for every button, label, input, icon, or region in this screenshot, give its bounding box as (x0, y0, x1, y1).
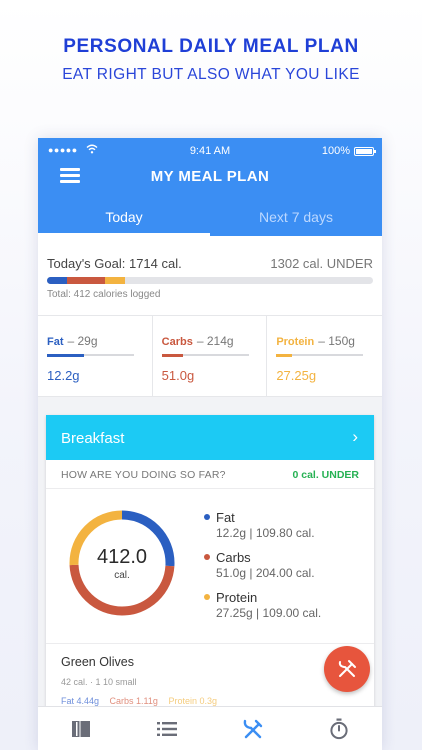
macro-goal: – 214g (196, 334, 234, 348)
tab-next-7-days[interactable]: Next 7 days (210, 208, 382, 236)
promo-header: PERSONAL DAILY MEAL PLAN EAT RIGHT BUT A… (0, 36, 422, 84)
nav-meal-plan[interactable] (210, 707, 296, 750)
legend-name: Fat (216, 510, 235, 525)
food-macros: Fat 4.44g Carbs 1.11g Protein 0.3g (61, 696, 225, 706)
tab-bar: Today Next 7 days (38, 208, 382, 236)
stopwatch-icon (330, 718, 348, 739)
food-name: Green Olives (61, 655, 134, 669)
legend-item-fat: Fat 12.2g | 109.80 cal. (204, 510, 321, 540)
progress-summary-row: HOW ARE YOU DOING SO FAR? 0 cal. UNDER (46, 460, 374, 489)
nav-timer[interactable] (296, 707, 382, 750)
app-title: MY MEAL PLAN (150, 168, 270, 185)
daily-goal-panel: Today's Goal: 1714 cal. 1302 cal. UNDER … (38, 236, 382, 316)
total-calories-logged: Total: 412 calories logged (47, 289, 161, 300)
breakfast-header[interactable]: Breakfast › (46, 415, 374, 460)
nav-book[interactable] (38, 707, 124, 750)
legend-item-protein: Protein 27.25g | 109.00 cal. (204, 590, 321, 620)
total-calories-unit: cal. (114, 570, 130, 581)
food-protein: Protein 0.3g (168, 696, 217, 706)
daily-goal-progress-bar (47, 277, 373, 284)
daily-goal-label: Today's Goal: 1714 cal. (47, 256, 182, 271)
macro-progress-bar (47, 353, 134, 357)
macro-progress-bar (161, 353, 249, 357)
legend-detail: 12.2g | 109.80 cal. (216, 526, 315, 540)
macro-value: 12.2g (47, 368, 80, 383)
macro-progress-fill (47, 353, 84, 357)
progress-segment-fat (47, 277, 67, 284)
promo-title: PERSONAL DAILY MEAL PLAN (63, 36, 359, 57)
app-header: ●●●●● 9:41 AM 100% MY MEAL PLAN Today Ne… (38, 138, 382, 236)
progress-status: 0 cal. UNDER (292, 469, 359, 481)
macro-carbs[interactable]: Carbs – 214g 51.0g (153, 316, 268, 396)
legend-dot (204, 554, 210, 560)
fork-knife-icon (243, 719, 263, 738)
breakfast-title: Breakfast (61, 430, 125, 447)
macro-value: 51.0g (161, 368, 195, 383)
macro-goal: – 150g (318, 334, 355, 348)
nav-list[interactable] (124, 707, 210, 750)
macro-progress-fill (161, 353, 183, 357)
add-food-button[interactable] (324, 646, 370, 692)
tab-today[interactable]: Today (38, 208, 210, 236)
progress-question: HOW ARE YOU DOING SO FAR? (61, 469, 226, 481)
macro-legend: Fat 12.2g | 109.80 cal. Carbs 51.0g | 20… (204, 510, 321, 630)
progress-segment-protein (105, 277, 125, 284)
legend-detail: 27.25g | 109.00 cal. (216, 606, 322, 620)
fork-knife-icon (338, 660, 356, 677)
legend-dot (204, 594, 210, 600)
promo-subtitle: EAT RIGHT BUT ALSO WHAT YOU LIKE (62, 66, 360, 83)
battery-status: 100% (321, 145, 376, 157)
legend-item-carbs: Carbs 51.0g | 204.00 cal. (204, 550, 321, 580)
food-item[interactable]: Green Olives 42 cal. · 1 10 small Fat 4.… (46, 643, 374, 715)
progress-segment-carbs (67, 277, 105, 284)
food-meta: 42 cal. · 1 10 small (61, 677, 137, 687)
legend-detail: 51.0g | 204.00 cal. (216, 566, 315, 580)
food-carbs: Carbs 1.11g (109, 696, 158, 706)
macro-name: Fat (47, 336, 64, 348)
battery-percent: 100% (321, 145, 350, 157)
macro-protein[interactable]: Protein – 150g 27.25g (267, 316, 382, 396)
phone-screen: ●●●●● 9:41 AM 100% MY MEAL PLAN Today Ne… (38, 138, 382, 750)
status-bar: ●●●●● 9:41 AM 100% (38, 144, 382, 159)
food-fat: Fat 4.44g (61, 696, 100, 706)
book-icon (72, 720, 90, 737)
list-icon (157, 721, 177, 736)
legend-dot (204, 514, 210, 520)
macro-goal: – 29g (67, 334, 98, 348)
macro-summary: Fat – 29g 12.2g Carbs – 214g 51.0g Protein… (38, 316, 382, 397)
battery-icon (354, 146, 376, 156)
bottom-navigation (38, 706, 382, 750)
total-calories-value: 412.0 (96, 546, 148, 568)
calories-under: 1302 cal. UNDER (270, 256, 373, 271)
macro-fat[interactable]: Fat – 29g 12.2g (38, 316, 153, 396)
chevron-right-icon[interactable]: › (352, 427, 358, 447)
donut-center: 412.0 cal. (67, 508, 177, 618)
macro-name: Carbs (161, 336, 193, 348)
legend-name: Carbs (216, 550, 251, 565)
legend-name: Protein (216, 590, 258, 605)
macro-name: Protein (276, 336, 315, 348)
macro-progress-bar (276, 353, 364, 357)
macro-value: 27.25g (276, 368, 317, 383)
macro-progress-fill (276, 353, 292, 357)
